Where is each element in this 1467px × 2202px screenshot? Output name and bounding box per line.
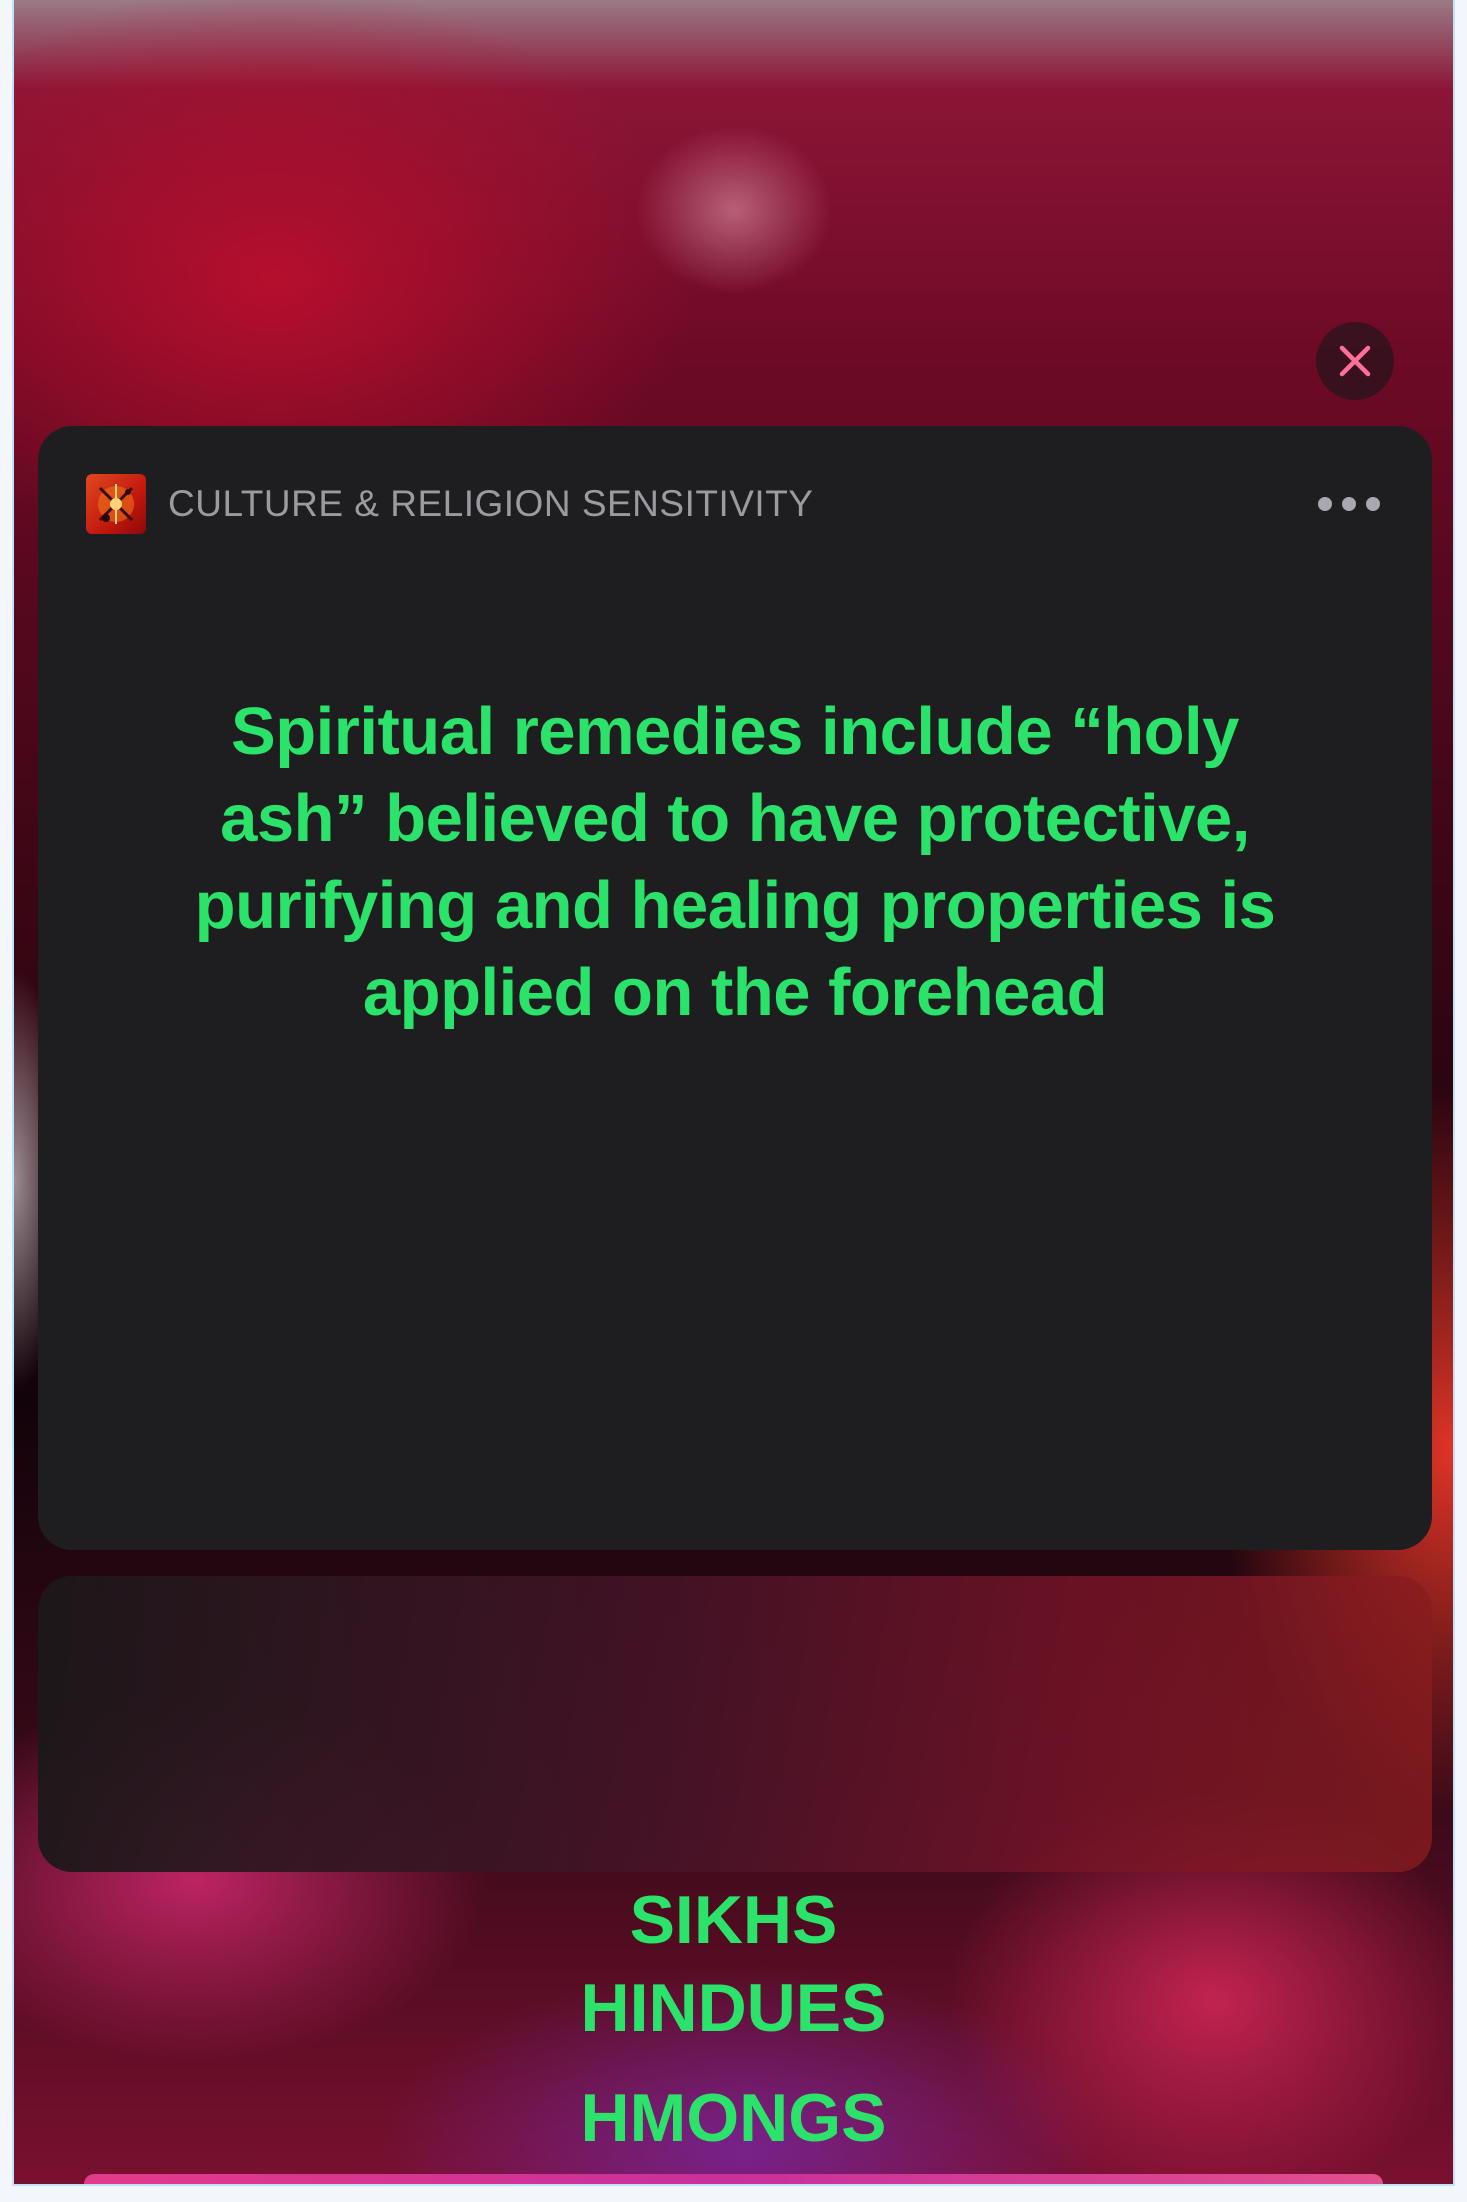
close-icon	[1339, 345, 1371, 377]
more-options-button[interactable]	[1314, 487, 1384, 521]
app-logo-icon	[86, 474, 146, 534]
notification-header: CULTURE & RELIGION SENSITIVITY	[86, 474, 1384, 534]
more-dots-icon	[1318, 497, 1332, 511]
answer-option[interactable]: HMONGS	[14, 2074, 1453, 2162]
action-panel[interactable]	[38, 1576, 1432, 1872]
more-dots-icon	[1366, 497, 1380, 511]
next-notification-edge	[84, 2174, 1383, 2184]
notification-message: Spiritual remedies include “holy ash” be…	[194, 694, 1276, 1030]
answer-list: SIKHS HINDUES HMONGS	[14, 1876, 1453, 2162]
notification-card[interactable]: CULTURE & RELIGION SENSITIVITY Spiritual…	[38, 426, 1432, 1550]
answer-option[interactable]: SIKHS	[14, 1876, 1453, 1964]
app-name-label: CULTURE & RELIGION SENSITIVITY	[168, 483, 814, 524]
app-screen: CULTURE & RELIGION SENSITIVITY Spiritual…	[12, 0, 1455, 2186]
answer-option[interactable]: HINDUES	[14, 1964, 1453, 2052]
close-button[interactable]	[1316, 322, 1394, 400]
more-dots-icon	[1342, 497, 1356, 511]
